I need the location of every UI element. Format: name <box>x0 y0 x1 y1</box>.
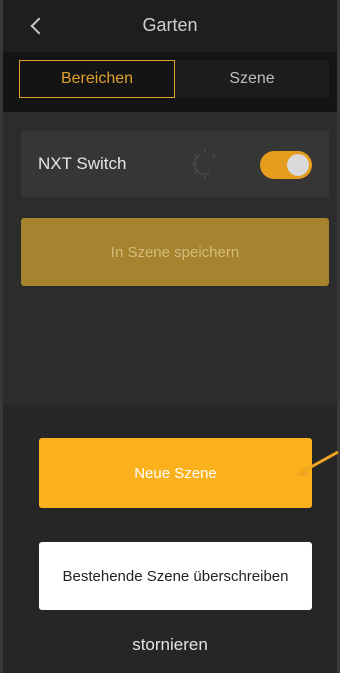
device-toggle[interactable] <box>260 151 312 179</box>
app-screen: Garten Bereichen Szene NXT Switch In Sze… <box>3 0 337 673</box>
toggle-knob <box>287 154 309 176</box>
segment-tabs: Bereichen Szene <box>19 60 329 98</box>
bulb-off-icon <box>191 149 216 179</box>
tab-bereichen[interactable]: Bereichen <box>19 60 175 98</box>
tab-szene[interactable]: Szene <box>175 60 329 98</box>
cancel-button[interactable]: stornieren <box>3 635 337 655</box>
page-title: Garten <box>142 15 198 35</box>
action-sheet: Neue Szene Bestehende Szene überschreibe… <box>3 405 337 673</box>
new-scene-button[interactable]: Neue Szene <box>39 438 312 508</box>
device-name: NXT Switch <box>38 154 127 173</box>
device-row: NXT Switch <box>21 131 329 197</box>
top-bar: Garten <box>3 0 337 52</box>
save-to-scene-button[interactable]: In Szene speichern <box>21 218 329 286</box>
pointer-arrow-icon <box>296 450 339 476</box>
overwrite-scene-button[interactable]: Bestehende Szene überschreiben <box>39 542 312 610</box>
content-panel: NXT Switch In Szene speichern <box>3 112 337 412</box>
